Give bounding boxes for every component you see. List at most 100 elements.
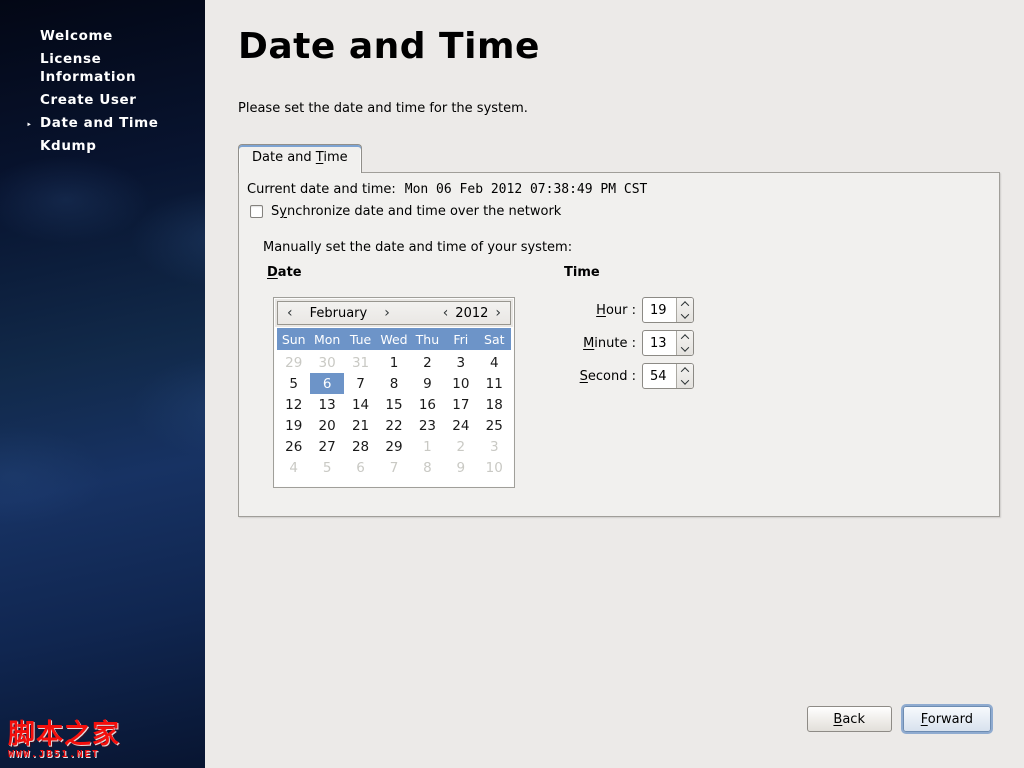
second-label: Second : (564, 369, 636, 384)
calendar-day[interactable]: 3 (478, 436, 511, 457)
hour-row: Hour : 19 (564, 297, 694, 323)
second-spinner (676, 364, 693, 388)
calendar-day[interactable]: 24 (444, 415, 477, 436)
calendar-day[interactable]: 4 (478, 352, 511, 373)
prev-month-button[interactable]: ‹ (285, 303, 295, 323)
calendar-month: February (310, 306, 368, 321)
watermark-title: 脚本之家 (8, 722, 120, 748)
calendar-day[interactable]: 7 (344, 373, 377, 394)
second-spin-down-button[interactable] (677, 376, 693, 388)
calendar-day[interactable]: 26 (277, 436, 310, 457)
calendar-day[interactable]: 7 (377, 457, 410, 478)
calendar-weekday-row: Sun Mon Tue Wed Thu Fri Sat (277, 328, 511, 350)
sync-network-checkbox[interactable] (250, 205, 263, 218)
calendar-day[interactable]: 12 (277, 394, 310, 415)
calendar-day[interactable]: 10 (444, 373, 477, 394)
minute-spinbox[interactable]: 13 (642, 330, 694, 356)
calendar-day[interactable]: 27 (310, 436, 343, 457)
tab-label: Date and (252, 150, 316, 165)
weekday-label: Wed (377, 328, 410, 350)
forward-button[interactable]: Forward (903, 706, 991, 732)
calendar-day[interactable]: 10 (478, 457, 511, 478)
sidebar-item-date-and-time: ‣Date and Time (40, 114, 168, 132)
current-datetime-row: Current date and time: Mon 06 Feb 2012 0… (247, 182, 647, 197)
calendar-day[interactable]: 1 (411, 436, 444, 457)
hour-spin-up-button[interactable] (677, 298, 693, 310)
chevron-up-icon (681, 367, 689, 375)
main-panel: Date and Time Please set the date and ti… (205, 0, 1024, 768)
back-button[interactable]: Back (807, 706, 892, 732)
watermark: 脚本之家 www.jb51.net (8, 722, 120, 760)
calendar-day[interactable]: 4 (277, 457, 310, 478)
calendar-day[interactable]: 13 (310, 394, 343, 415)
minute-spinner (676, 331, 693, 355)
next-month-button[interactable]: › (382, 303, 392, 323)
calendar-day[interactable]: 29 (377, 436, 410, 457)
calendar-day[interactable]: 5 (310, 457, 343, 478)
calendar-day[interactable]: 31 (344, 352, 377, 373)
chevron-down-icon (681, 376, 689, 384)
hour-spin-down-button[interactable] (677, 310, 693, 322)
month-navigation: ‹ February › (285, 303, 392, 323)
calendar-day[interactable]: 22 (377, 415, 410, 436)
calendar-day[interactable]: 23 (411, 415, 444, 436)
calendar-day[interactable]: 28 (344, 436, 377, 457)
weekday-label: Thu (411, 328, 444, 350)
time-section-label: Time (564, 265, 600, 280)
year-navigation: ‹ 2012 › (441, 303, 503, 323)
prev-year-button[interactable]: ‹ (441, 303, 451, 323)
weekday-label: Fri (444, 328, 477, 350)
calendar-day[interactable]: 19 (277, 415, 310, 436)
calendar-day[interactable]: 11 (478, 373, 511, 394)
calendar-day[interactable]: 2 (444, 436, 477, 457)
calendar-day[interactable]: 8 (377, 373, 410, 394)
page-title: Date and Time (238, 26, 540, 67)
chevron-up-icon (681, 334, 689, 342)
calendar-year: 2012 (455, 306, 488, 321)
weekday-label: Mon (310, 328, 343, 350)
sidebar-nav: Welcome License Information Create User … (40, 27, 168, 160)
weekday-label: Tue (344, 328, 377, 350)
current-datetime-label: Current date and time: (247, 182, 396, 197)
tab-date-and-time[interactable]: Date and Time (238, 144, 362, 173)
second-row: Second : 54 (564, 363, 694, 389)
calendar-day[interactable]: 25 (478, 415, 511, 436)
minute-spin-down-button[interactable] (677, 343, 693, 355)
calendar-day[interactable]: 5 (277, 373, 310, 394)
calendar-day[interactable]: 1 (377, 352, 410, 373)
second-spinbox[interactable]: 54 (642, 363, 694, 389)
calendar-day[interactable]: 8 (411, 457, 444, 478)
sync-network-label[interactable]: Synchronize date and time over the netwo… (271, 204, 561, 219)
watermark-url: www.jb51.net (8, 749, 120, 760)
next-year-button[interactable]: › (493, 303, 503, 323)
calendar-day[interactable]: 17 (444, 394, 477, 415)
page-subtitle: Please set the date and time for the sys… (238, 101, 528, 116)
sidebar-item-welcome: Welcome (40, 27, 168, 45)
calendar-day[interactable]: 29 (277, 352, 310, 373)
calendar-day[interactable]: 9 (411, 373, 444, 394)
second-value[interactable]: 54 (643, 369, 676, 384)
wizard-buttons: Back Forward (807, 706, 991, 732)
calendar-day-selected[interactable]: 6 (310, 373, 343, 394)
calendar-day[interactable]: 6 (344, 457, 377, 478)
calendar-day[interactable]: 15 (377, 394, 410, 415)
hour-value[interactable]: 19 (643, 303, 676, 318)
calendar-day[interactable]: 18 (478, 394, 511, 415)
calendar-day[interactable]: 21 (344, 415, 377, 436)
hour-spinner (676, 298, 693, 322)
weekday-label: Sat (478, 328, 511, 350)
minute-spin-up-button[interactable] (677, 331, 693, 343)
calendar-day[interactable]: 14 (344, 394, 377, 415)
calendar-day[interactable]: 9 (444, 457, 477, 478)
calendar-day[interactable]: 3 (444, 352, 477, 373)
hour-spinbox[interactable]: 19 (642, 297, 694, 323)
calendar-day[interactable]: 30 (310, 352, 343, 373)
date-time-panel: Current date and time: Mon 06 Feb 2012 0… (238, 172, 1000, 517)
minute-value[interactable]: 13 (643, 336, 676, 351)
sidebar-item-create-user: Create User (40, 91, 168, 109)
calendar-day[interactable]: 16 (411, 394, 444, 415)
sidebar-item-license-information: License Information (40, 50, 168, 86)
second-spin-up-button[interactable] (677, 364, 693, 376)
calendar-day[interactable]: 2 (411, 352, 444, 373)
calendar-day[interactable]: 20 (310, 415, 343, 436)
